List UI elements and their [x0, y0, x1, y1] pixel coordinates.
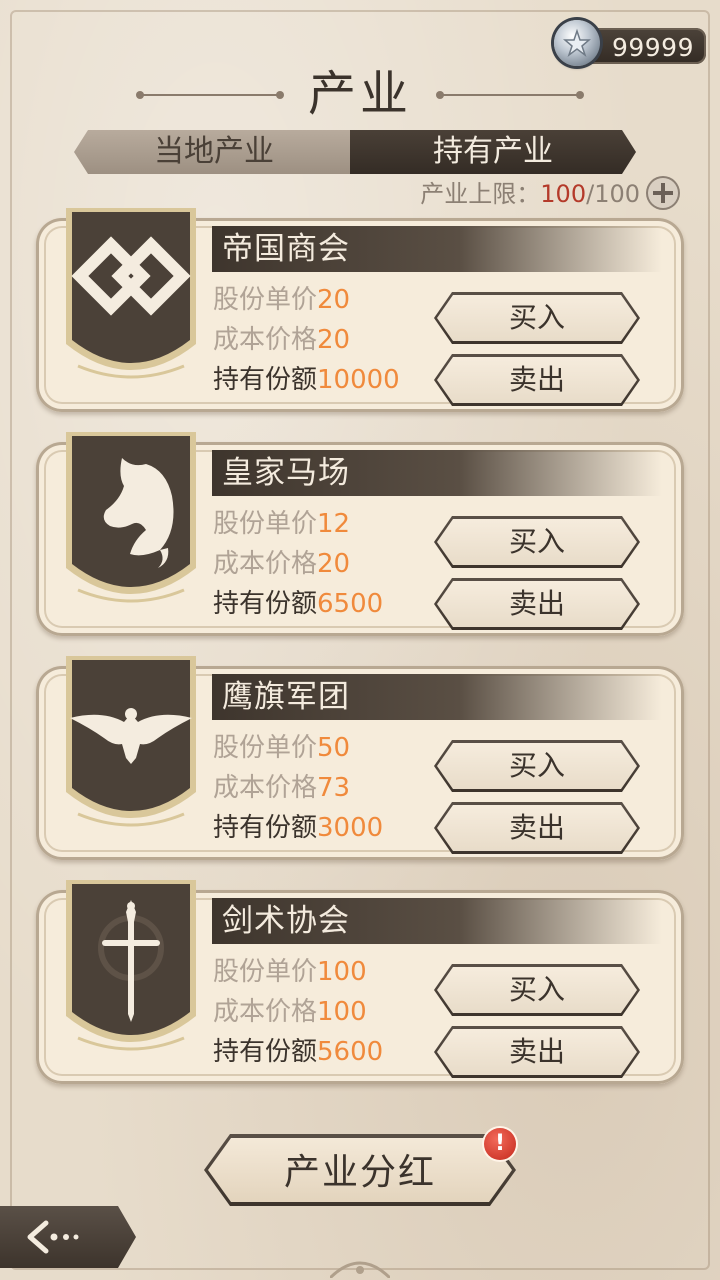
sell-button[interactable]: 卖出 — [434, 354, 640, 406]
silver-coin-icon — [554, 20, 600, 66]
sell-button-label: 卖出 — [508, 1035, 565, 1068]
unit-price-value: 12 — [317, 509, 351, 539]
held-shares: 持有份额3000 — [213, 810, 383, 846]
buy-button[interactable]: 买入 — [434, 516, 640, 568]
buy-button[interactable]: 买入 — [434, 292, 640, 344]
buy-button[interactable]: 买入 — [434, 964, 640, 1016]
buy-button-label: 买入 — [508, 301, 565, 334]
unit-price-value: 50 — [317, 733, 351, 763]
back-arrow-icon — [24, 1217, 80, 1257]
currency-value: 99999 — [611, 33, 694, 62]
held-shares-value: 10000 — [317, 365, 400, 395]
buy-button-label: 买入 — [508, 749, 565, 782]
held-shares-label: 持有份额 — [213, 1037, 318, 1067]
cost-price-value: 20 — [317, 549, 351, 579]
cost-price: 成本价格20 — [213, 322, 350, 358]
cost-price-label: 成本价格 — [213, 773, 318, 803]
limit-max: 100 — [594, 180, 640, 208]
cost-price: 成本价格20 — [213, 546, 350, 582]
buy-button[interactable]: 买入 — [434, 740, 640, 792]
cost-price-label: 成本价格 — [213, 549, 318, 579]
industry-name: 帝国商会 — [222, 231, 350, 267]
page-title: 产业 — [307, 66, 412, 122]
tab-local-industry[interactable]: 当地产业 — [74, 130, 354, 174]
cost-price-value: 73 — [317, 773, 351, 803]
title-header: 产业 — [0, 64, 720, 124]
sell-button-label: 卖出 — [508, 811, 565, 844]
industry-tabs: 当地产业 持有产业 — [74, 130, 636, 174]
cost-price-label: 成本价格 — [213, 997, 318, 1027]
sell-button-label: 卖出 — [508, 363, 565, 396]
bottom-ornament-icon — [330, 1261, 390, 1278]
unit-price-value: 100 — [317, 957, 367, 987]
unit-price: 股份单价100 — [213, 954, 367, 990]
alert-badge-icon: ! — [484, 1128, 516, 1160]
sell-button[interactable]: 卖出 — [434, 578, 640, 630]
tab-owned-industry[interactable]: 持有产业 — [350, 130, 636, 174]
industry-name: 鹰旗军团 — [222, 679, 350, 715]
cost-price: 成本价格73 — [213, 770, 350, 806]
limit-label: 产业上限： — [420, 180, 541, 208]
industry-card: 皇家马场 股份单价12 成本价格20 持有份额6500 买入 卖出 — [36, 432, 684, 636]
unit-price: 股份单价20 — [213, 282, 350, 318]
back-button[interactable] — [0, 1206, 136, 1268]
held-shares-label: 持有份额 — [213, 589, 318, 619]
title-ornament-right — [436, 91, 584, 99]
sell-button[interactable]: 卖出 — [434, 802, 640, 854]
unit-price-label: 股份单价 — [213, 957, 318, 987]
limit-current: 100 — [540, 180, 587, 208]
sell-button[interactable]: 卖出 — [434, 1026, 640, 1078]
limit-separator: / — [586, 180, 595, 208]
held-shares: 持有份额6500 — [213, 586, 383, 622]
unit-price-label: 股份单价 — [213, 285, 318, 315]
cost-price-value: 100 — [317, 997, 367, 1027]
held-shares-value: 3000 — [317, 813, 384, 843]
currency-display: 99999 — [554, 20, 706, 66]
cost-price-label: 成本价格 — [213, 325, 318, 355]
unit-price: 股份单价50 — [213, 730, 350, 766]
held-shares-label: 持有份额 — [213, 813, 318, 843]
held-shares-label: 持有份额 — [213, 365, 318, 395]
industry-card: 剑术协会 股份单价100 成本价格100 持有份额5600 买入 卖出 — [36, 880, 684, 1084]
cost-price-value: 20 — [317, 325, 351, 355]
unit-price: 股份单价12 — [213, 506, 350, 542]
industry-card: 鹰旗军团 股份单价50 成本价格73 持有份额3000 买入 卖出 — [36, 656, 684, 860]
unit-price-label: 股份单价 — [213, 733, 318, 763]
chain-knot-icon — [62, 206, 200, 382]
increase-limit-button[interactable] — [646, 176, 680, 210]
held-shares-value: 6500 — [317, 589, 384, 619]
unit-price-value: 20 — [317, 285, 351, 315]
sell-button-label: 卖出 — [508, 587, 565, 620]
buy-button-label: 买入 — [508, 525, 565, 558]
industry-name: 皇家马场 — [222, 455, 350, 491]
industry-limit: 产业上限：100/100 — [420, 176, 640, 212]
dividend-button-label: 产业分红 — [283, 1152, 436, 1193]
sword-icon — [62, 878, 200, 1054]
industry-name: 剑术协会 — [222, 903, 350, 939]
industry-card: 帝国商会 股份单价20 成本价格20 持有份额10000 买入 卖出 — [36, 208, 684, 412]
buy-button-label: 买入 — [508, 973, 565, 1006]
held-shares: 持有份额5600 — [213, 1034, 383, 1070]
held-shares: 持有份额10000 — [213, 362, 400, 398]
eagle-icon — [62, 654, 200, 830]
held-shares-value: 5600 — [317, 1037, 384, 1067]
unit-price-label: 股份单价 — [213, 509, 318, 539]
cost-price: 成本价格100 — [213, 994, 367, 1030]
industry-dividend-button[interactable]: 产业分红 — [204, 1134, 516, 1206]
horse-head-icon — [62, 430, 200, 606]
